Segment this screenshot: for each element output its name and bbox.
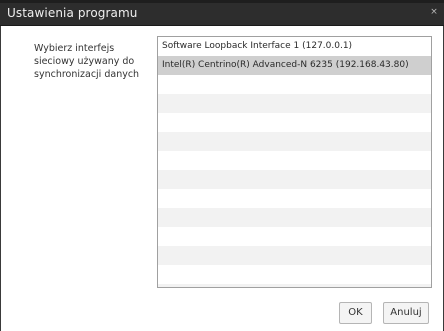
- list-empty-row: [158, 265, 431, 284]
- list-empty-row: [158, 246, 431, 265]
- list-item-loopback[interactable]: Software Loopback Interface 1 (127.0.0.1…: [158, 37, 431, 56]
- ok-button[interactable]: OK: [339, 302, 372, 324]
- list-empty-row: [158, 113, 431, 132]
- network-interface-label: Wybierz interfejs sieciowy używany do sy…: [34, 43, 140, 80]
- list-empty-row: [158, 94, 431, 113]
- list-empty-row: [158, 208, 431, 227]
- list-empty-row: [158, 151, 431, 170]
- list-item-label: Intel(R) Centrino(R) Advanced-N 6235 (19…: [162, 60, 409, 70]
- list-empty-row: [158, 284, 431, 287]
- title-bar[interactable]: Ustawienia programu ×: [0, 0, 444, 26]
- list-empty-row: [158, 75, 431, 94]
- settings-dialog: Ustawienia programu × Wybierz interfejs …: [0, 0, 444, 331]
- network-interface-list[interactable]: Software Loopback Interface 1 (127.0.0.1…: [157, 36, 432, 288]
- list-empty-row: [158, 227, 431, 246]
- title-bar-top-edge: [0, 0, 444, 3]
- list-empty-row: [158, 170, 431, 189]
- dialog-title: Ustawienia programu: [7, 6, 138, 20]
- list-item-label: Software Loopback Interface 1 (127.0.0.1…: [162, 41, 353, 51]
- list-item-intel-centrino[interactable]: Intel(R) Centrino(R) Advanced-N 6235 (19…: [158, 56, 431, 75]
- cancel-button[interactable]: Anuluj: [383, 302, 429, 324]
- list-empty-row: [158, 132, 431, 151]
- close-icon[interactable]: ×: [428, 6, 440, 18]
- list-empty-row: [158, 189, 431, 208]
